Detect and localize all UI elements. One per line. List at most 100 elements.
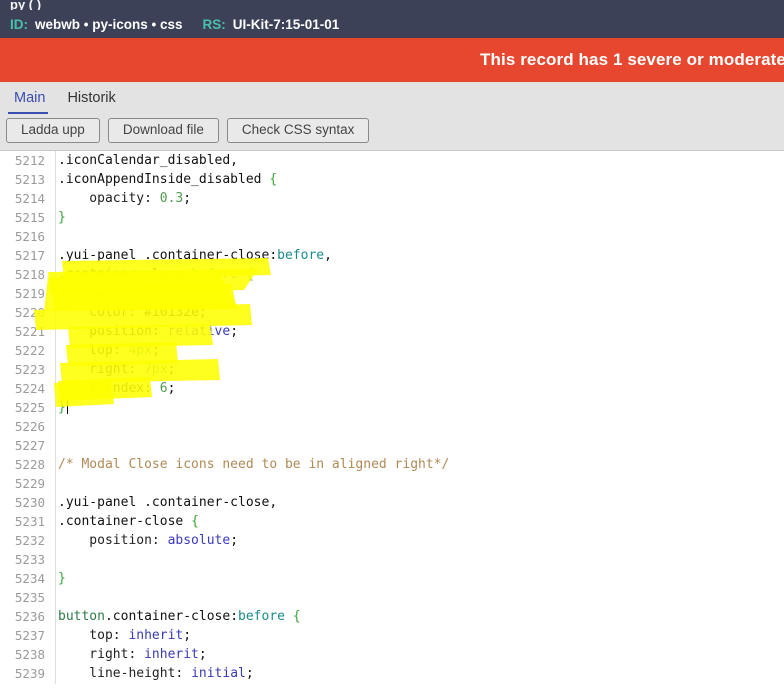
check-css-syntax-button[interactable]: Check CSS syntax: [226, 118, 370, 143]
code-text[interactable]: button.container-close:before {: [50, 607, 784, 626]
code-line[interactable]: 5224 z-index: 6;: [0, 379, 784, 398]
code-text[interactable]: top: inherit;: [50, 626, 784, 645]
token-kw: inherit: [144, 647, 199, 662]
header-rs-value: UI-Kit-7:15-01-01: [232, 16, 340, 32]
code-text[interactable]: right: inherit;: [50, 645, 784, 664]
code-lines-container[interactable]: 5212 .iconCalendar_disabled, 5213 .iconAppe…: [0, 151, 784, 683]
code-line[interactable]: 5220 color: #10132e;: [0, 303, 784, 322]
code-line[interactable]: 5236 button.container-close:before {: [0, 607, 784, 626]
tab-historik[interactable]: Historik: [61, 88, 131, 114]
token-hex: #10132e: [144, 305, 199, 320]
line-number: 5216: [14, 229, 45, 244]
token-prop: z-index:: [58, 381, 160, 396]
token-sel: .yui-panel .container-close:: [58, 248, 278, 263]
code-text[interactable]: .container-close {: [50, 512, 784, 531]
code-line[interactable]: 5213 .iconAppendInside_disabled {: [0, 170, 784, 189]
code-line[interactable]: 5230 .yui-panel .container-close,: [0, 493, 784, 512]
code-line[interactable]: 5239 line-height: initial;: [0, 664, 784, 683]
token-plain: ;: [167, 381, 176, 396]
code-line[interactable]: 5227: [0, 436, 784, 455]
code-text[interactable]: [50, 588, 784, 607]
token-plain: ;: [151, 343, 160, 358]
token-prop: font-size:: [58, 286, 176, 301]
line-number: 5238: [14, 647, 45, 662]
token-plain: ;: [167, 362, 176, 377]
code-text[interactable]: }: [50, 569, 784, 588]
line-number: 5235: [14, 590, 45, 605]
token-kw: absolute: [167, 533, 231, 548]
code-line[interactable]: 5212 .iconCalendar_disabled,: [0, 151, 784, 170]
line-number: 5234: [14, 571, 45, 586]
code-line[interactable]: 5215}: [0, 208, 784, 227]
code-text[interactable]: [50, 417, 784, 436]
alert-banner-text: This record has 1 severe or moderate: [480, 50, 784, 69]
code-line[interactable]: 5226: [0, 417, 784, 436]
code-line[interactable]: 5216: [0, 227, 784, 246]
code-line[interactable]: 5222 top: 4px;: [0, 341, 784, 360]
code-text[interactable]: [50, 550, 784, 569]
token-prop: position:: [58, 324, 168, 339]
code-text[interactable]: [50, 474, 784, 493]
line-number: 5220: [14, 305, 45, 320]
code-line[interactable]: 5221 position: relative;: [0, 322, 784, 341]
line-number: 5228: [14, 457, 45, 472]
upload-button[interactable]: Ladda upp: [6, 118, 100, 143]
code-text[interactable]: [50, 227, 784, 246]
code-line[interactable]: 5238 right: inherit;: [0, 645, 784, 664]
code-text[interactable]: font-size: 25px;: [50, 284, 784, 303]
code-text[interactable]: /* Modal Close icons need to be in align…: [50, 455, 784, 474]
code-line[interactable]: 5233: [0, 550, 784, 569]
token-brace: {: [191, 514, 199, 529]
token-brace: {: [245, 267, 254, 282]
token-brace: }: [58, 571, 66, 586]
token-sel: .iconAppendInside_disabled: [58, 172, 270, 187]
token-prop: color:: [58, 305, 145, 320]
code-text[interactable]: .yui-panel .container-close,: [50, 493, 784, 512]
code-text[interactable]: .container-close:before {: [50, 265, 784, 284]
code-line[interactable]: 5225}: [0, 398, 784, 417]
token-elem: button: [58, 609, 105, 624]
code-text[interactable]: }: [50, 398, 784, 417]
code-text[interactable]: [50, 436, 784, 455]
line-number: 5237: [14, 628, 45, 643]
code-text[interactable]: line-height: initial;: [50, 664, 784, 683]
code-line[interactable]: 5217 .yui-panel .container-close:before,: [0, 246, 784, 265]
code-line[interactable]: 5231 .container-close {: [0, 512, 784, 531]
code-line[interactable]: 5235: [0, 588, 784, 607]
token-sel: .yui-panel .container-close,: [58, 495, 278, 510]
token-prop: line-height:: [58, 666, 192, 681]
code-text[interactable]: position: relative;: [50, 322, 784, 341]
code-text[interactable]: top: 4px;: [50, 341, 784, 360]
code-editor[interactable]: 5212 .iconCalendar_disabled, 5213 .iconAppe…: [0, 151, 784, 684]
code-line[interactable]: 5229: [0, 474, 784, 493]
line-number: 5219: [14, 286, 45, 301]
code-line[interactable]: 5218 .container-close:before {: [0, 265, 784, 284]
download-file-button[interactable]: Download file: [107, 118, 219, 143]
tab-main[interactable]: Main: [8, 88, 61, 114]
code-text[interactable]: opacity: 0.3;: [50, 189, 784, 208]
line-number: 5231: [14, 514, 45, 529]
token-num: 0.3: [159, 191, 184, 206]
code-line[interactable]: 5234}: [0, 569, 784, 588]
line-number: 5224: [14, 381, 45, 396]
header-rs-label: RS:: [202, 16, 226, 32]
code-text[interactable]: right: 7px;: [50, 360, 784, 379]
code-text[interactable]: position: absolute;: [50, 531, 784, 550]
token-plain: ;: [245, 666, 254, 681]
code-text[interactable]: .iconAppendInside_disabled {: [50, 170, 784, 189]
code-line[interactable]: 5214 opacity: 0.3;: [0, 189, 784, 208]
code-text[interactable]: .yui-panel .container-close:before,: [50, 246, 784, 265]
line-number: 5213: [14, 172, 45, 187]
code-text[interactable]: color: #10132e;: [50, 303, 784, 322]
code-line[interactable]: 5223 right: 7px;: [0, 360, 784, 379]
code-text[interactable]: z-index: 6;: [50, 379, 784, 398]
line-number: 5233: [14, 552, 45, 567]
token-brace: {: [269, 172, 278, 187]
code-line[interactable]: 5232 position: absolute;: [0, 531, 784, 550]
token-comment: /* Modal Close icons need to be in align…: [58, 457, 450, 472]
code-line[interactable]: 5228 /* Modal Close icons need to be in a…: [0, 455, 784, 474]
code-text[interactable]: }: [50, 208, 784, 227]
code-line[interactable]: 5237 top: inherit;: [0, 626, 784, 645]
code-text[interactable]: .iconCalendar_disabled,: [50, 151, 784, 170]
code-line[interactable]: 5219 font-size: 25px;: [0, 284, 784, 303]
